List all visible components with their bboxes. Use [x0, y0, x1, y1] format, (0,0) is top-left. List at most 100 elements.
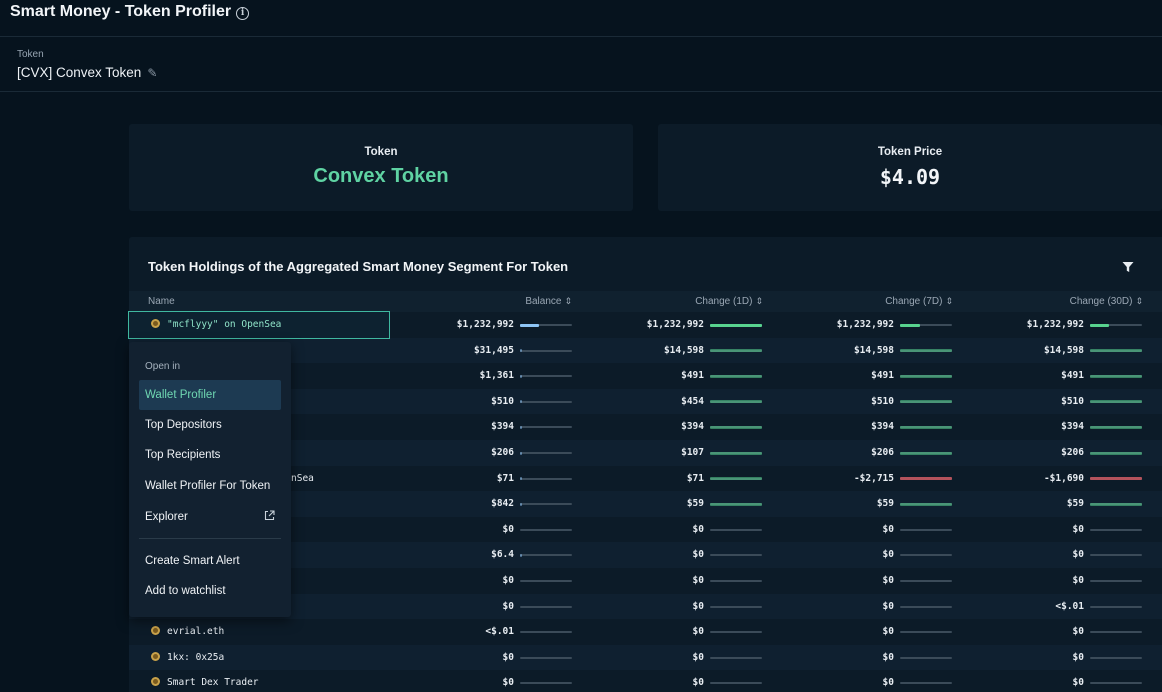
selected-row-name[interactable]: "mcflyyy" on OpenSea: [128, 311, 390, 339]
token-selector[interactable]: Token [CVX] Convex Token ✎: [0, 37, 1162, 92]
value-bar-fill: [520, 400, 522, 404]
cell-c7d: $0: [882, 600, 894, 612]
value-bar: [900, 477, 952, 481]
value-bar: [520, 553, 572, 557]
row-name[interactable]: Smart Dex Trader: [151, 677, 259, 688]
value-bar: [520, 580, 572, 582]
row-name[interactable]: evrial.eth: [151, 626, 224, 637]
row-name-text: nSea: [291, 472, 314, 484]
sort-icon[interactable]: ⇕: [945, 296, 953, 306]
menu-item-wallet-profiler-for-token[interactable]: Wallet Profiler For Token: [139, 471, 281, 501]
table-row[interactable]: 1kx: 0x25a $0 $0 $0 $0: [129, 644, 1162, 671]
value-bar: [1090, 528, 1142, 531]
value-bar-fill: [710, 477, 762, 481]
value-bar-fill: [1090, 502, 1142, 506]
menu-item-add-to-watchlist[interactable]: Add to watchlist: [139, 576, 281, 606]
col-header-change-7d[interactable]: Change (7D) ⇕: [849, 296, 953, 307]
sort-icon[interactable]: ⇕: [755, 296, 763, 306]
token-card-value: Convex Token: [313, 165, 449, 187]
value-bar: [520, 477, 572, 481]
sort-icon[interactable]: ⇕: [1135, 296, 1143, 306]
cell-c7d: $0: [882, 626, 894, 638]
value-bar: [710, 605, 762, 608]
value-bar-fill: [1090, 425, 1142, 429]
row-name-text: Smart Dex Trader: [167, 677, 259, 689]
cell-c30d: $0: [1072, 575, 1084, 586]
col-header-change-1d[interactable]: Change (1D) ⇕: [669, 296, 763, 307]
pencil-icon[interactable]: ✎: [147, 66, 157, 80]
value-bar: [1090, 682, 1142, 685]
value-bar: [1090, 451, 1142, 455]
value-bar: [1090, 400, 1142, 404]
cell-c7d: $0: [882, 523, 894, 535]
cell-c1d: $107: [681, 447, 704, 458]
cell-c30d: $206: [1061, 447, 1084, 458]
value-bar-fill: [520, 502, 522, 506]
value-bar: [710, 400, 762, 404]
cell-c1d: $491: [681, 370, 704, 382]
value-bar-fill: [1090, 451, 1142, 455]
value-bar: [1090, 580, 1142, 582]
value-bar: [520, 400, 572, 404]
col-header-balance[interactable]: Balance ⇕: [509, 296, 572, 307]
cell-c30d: $394: [1061, 421, 1084, 433]
value-bar: [710, 477, 762, 481]
menu-item-top-depositors[interactable]: Top Depositors: [139, 410, 281, 440]
cell-balance: $31,495: [473, 344, 514, 356]
selected-row-name-text[interactable]: "mcflyyy" on OpenSea: [151, 319, 281, 330]
info-icon[interactable]: i: [236, 7, 250, 20]
cell-c30d: $0: [1072, 626, 1084, 638]
open-in-context-menu: Open in Wallet Profiler Top Depositors T…: [129, 342, 291, 617]
cell-c7d: $510: [871, 395, 894, 407]
value-bar: [520, 349, 572, 353]
cell-balance: $1,232,992: [456, 319, 514, 330]
cell-c7d: $206: [871, 447, 894, 458]
selected-row-label: "mcflyyy" on OpenSea: [167, 319, 282, 330]
menu-item-top-recipients[interactable]: Top Recipients: [139, 440, 281, 470]
value-bar: [900, 631, 952, 634]
value-bar-fill: [900, 502, 952, 506]
value-bar: [900, 605, 952, 608]
token-card: Token Convex Token: [129, 124, 633, 211]
value-bar: [1090, 349, 1142, 353]
value-bar-fill: [1090, 323, 1109, 327]
value-bar: [1090, 631, 1142, 634]
cell-c30d: $510: [1061, 395, 1084, 407]
filter-icon[interactable]: [1122, 261, 1134, 273]
value-bar: [710, 554, 762, 557]
value-bar: [520, 631, 572, 634]
col-header-change-30d-text: Change (30D): [1069, 296, 1133, 307]
cell-c7d: $0: [882, 651, 894, 663]
row-name[interactable]: 1kx: 0x25a: [151, 651, 224, 663]
value-bar: [520, 605, 572, 608]
menu-item-create-smart-alert[interactable]: Create Smart Alert: [139, 546, 281, 576]
cell-c7d: -$2,715: [853, 472, 894, 484]
menu-item-explorer[interactable]: Explorer: [139, 502, 281, 532]
cell-balance: $394: [491, 421, 514, 433]
col-header-change-30d[interactable]: Change (30D) ⇕: [1029, 296, 1143, 307]
col-header-name[interactable]: Name: [148, 296, 175, 307]
value-bar-fill: [900, 374, 952, 378]
token-card-label: Token: [364, 146, 398, 158]
col-header-balance-text: Balance: [525, 296, 562, 307]
value-bar: [1090, 323, 1142, 327]
token-selector-value[interactable]: [CVX] Convex Token ✎: [17, 65, 157, 80]
value-bar: [520, 374, 572, 378]
col-header-change-7d-text: Change (7D): [885, 296, 943, 307]
value-bar: [1090, 425, 1142, 429]
value-bar-fill: [520, 425, 522, 429]
value-bar-fill: [900, 400, 952, 404]
sort-icon[interactable]: ⇕: [564, 296, 572, 306]
menu-item-wallet-profiler[interactable]: Wallet Profiler: [139, 380, 281, 410]
value-bar: [900, 580, 952, 582]
wallet-avatar-icon: [151, 651, 160, 661]
table-row[interactable]: evrial.eth <$.01 $0 $0 $0: [129, 619, 1162, 645]
value-bar: [710, 425, 762, 429]
row-name[interactable]: nSea: [291, 473, 314, 484]
cell-c1d: $0: [692, 523, 704, 535]
menu-item-explorer-label: Explorer: [145, 511, 188, 523]
value-bar: [900, 554, 952, 557]
table-row[interactable]: Smart Dex Trader $0 $0 $0 $0: [129, 670, 1162, 692]
cell-c7d: $0: [882, 677, 894, 689]
price-card: Token Price $4.09: [658, 124, 1162, 211]
